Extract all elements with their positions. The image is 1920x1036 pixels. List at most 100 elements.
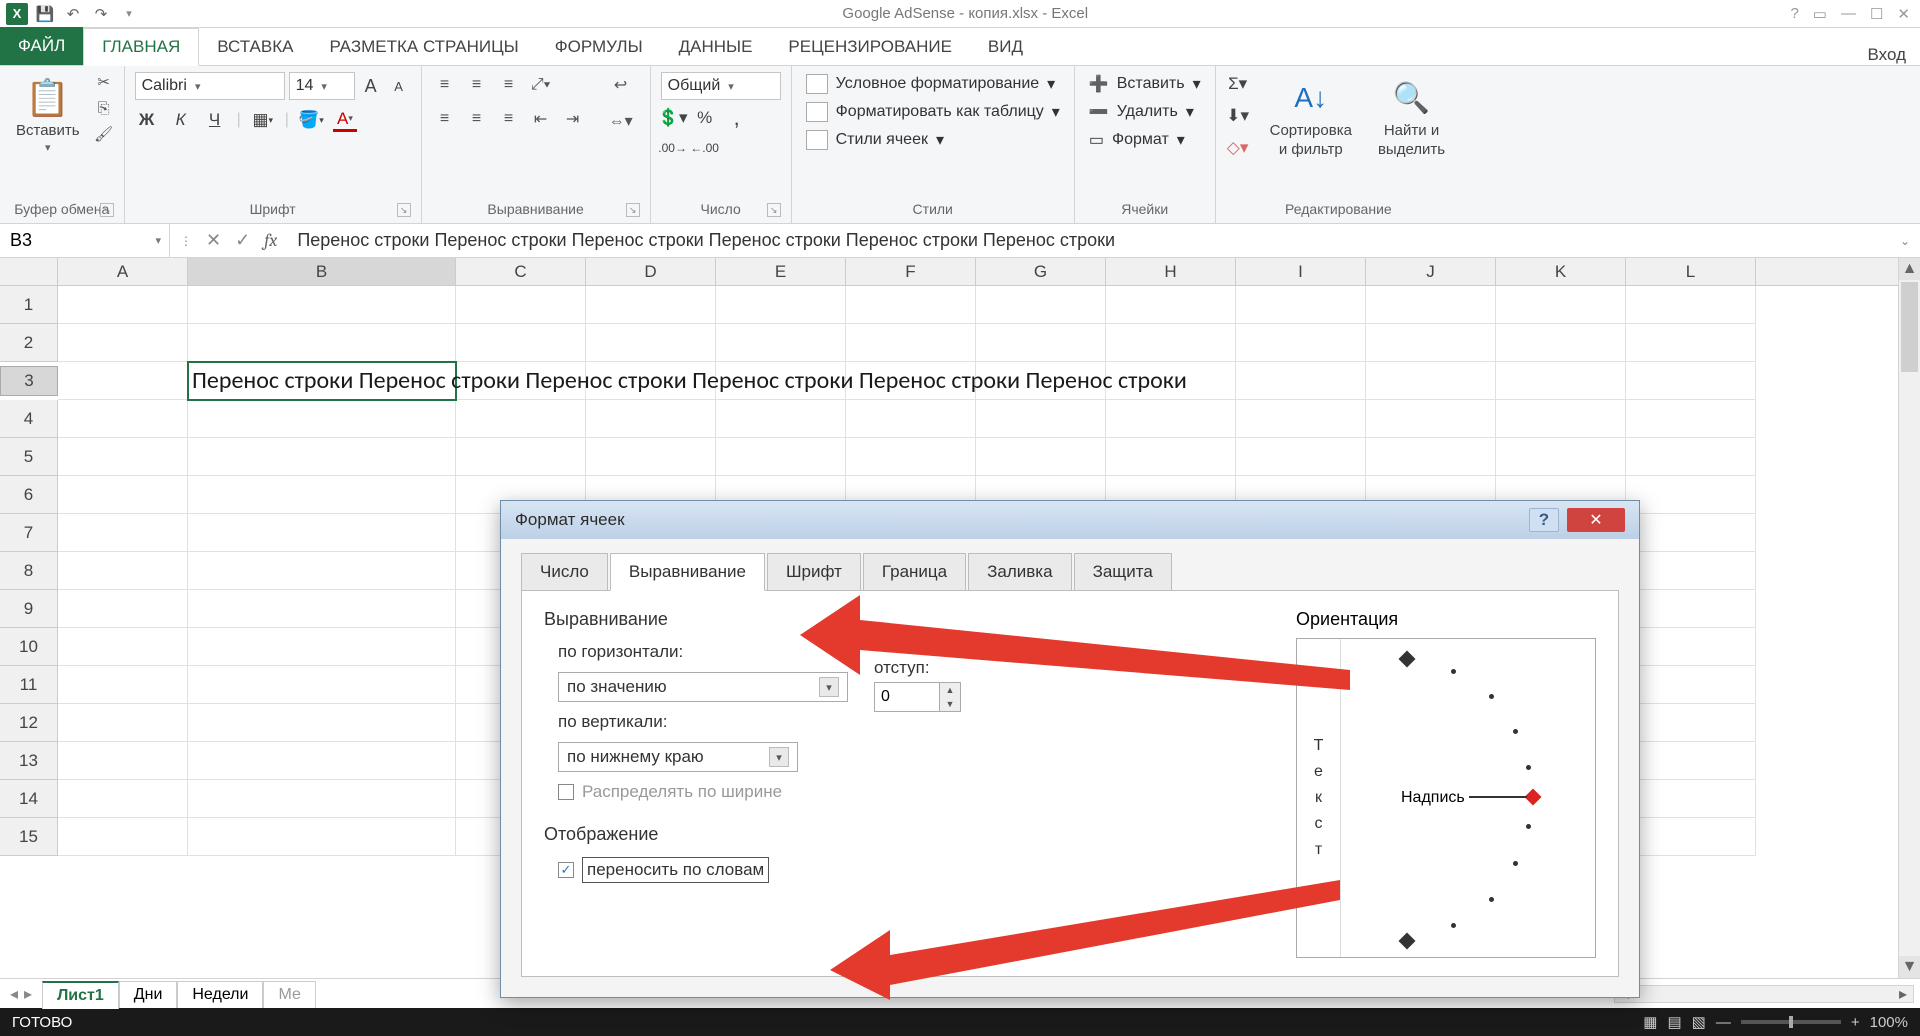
sort-filter-button[interactable]: A↓ Сортировка и фильтр (1264, 72, 1358, 162)
formula-input[interactable]: Перенос строки Перенос строки Перенос ст… (287, 224, 1900, 257)
col-header-I[interactable]: I (1236, 258, 1366, 285)
clipboard-launcher-icon[interactable]: ↘ (100, 203, 114, 217)
cell[interactable] (188, 818, 456, 856)
align-right-icon[interactable]: ≡ (496, 106, 522, 132)
vertical-scrollbar[interactable]: ▲ ▼ (1898, 258, 1920, 978)
cell[interactable] (188, 590, 456, 628)
comma-icon[interactable]: , (725, 106, 749, 130)
sheet-tab-1[interactable]: Лист1 (42, 981, 119, 1009)
cell[interactable] (1626, 780, 1756, 818)
increase-font-icon[interactable]: A (359, 74, 383, 98)
col-header-D[interactable]: D (586, 258, 716, 285)
cell[interactable] (976, 286, 1106, 324)
save-icon[interactable]: 💾 (34, 3, 56, 25)
cell[interactable] (58, 590, 188, 628)
close-icon[interactable]: ✕ (1897, 5, 1910, 23)
cell[interactable] (1626, 286, 1756, 324)
cell[interactable] (188, 324, 456, 362)
align-center-icon[interactable]: ≡ (464, 106, 490, 132)
cell[interactable] (58, 704, 188, 742)
horizontal-scrollbar[interactable]: ◂ ▸ (1614, 985, 1914, 1003)
orientation-dial[interactable]: Надпись (1341, 639, 1595, 957)
cell[interactable] (846, 400, 976, 438)
sign-in-link[interactable]: Вход (1868, 45, 1920, 65)
row-header-8[interactable]: 8 (0, 552, 58, 590)
cell[interactable] (1626, 818, 1756, 856)
cell[interactable] (1626, 324, 1756, 362)
cell[interactable] (58, 780, 188, 818)
tab-insert[interactable]: ВСТАВКА (199, 29, 311, 65)
row-header-5[interactable]: 5 (0, 438, 58, 476)
cell[interactable] (1366, 438, 1496, 476)
cell[interactable] (716, 438, 846, 476)
cell[interactable]: Перенос строки Перенос строки Перенос ст… (188, 362, 456, 400)
cell[interactable] (58, 742, 188, 780)
percent-icon[interactable]: % (693, 106, 717, 130)
cut-icon[interactable]: ✂ (94, 72, 114, 92)
font-size-combo[interactable]: 14▾ (289, 72, 355, 100)
cell[interactable] (1366, 324, 1496, 362)
sheet-nav-first-icon[interactable]: ◂ (10, 984, 18, 1004)
cell[interactable] (1236, 286, 1366, 324)
cell[interactable] (188, 628, 456, 666)
dialog-help-button[interactable]: ? (1529, 508, 1559, 532)
clear-icon[interactable]: ◇▾ (1226, 136, 1250, 160)
cell[interactable] (1236, 324, 1366, 362)
undo-icon[interactable]: ↶ (62, 3, 84, 25)
cell[interactable] (1496, 362, 1626, 400)
copy-icon[interactable]: ⎘ (94, 98, 114, 118)
cell[interactable] (716, 324, 846, 362)
cell[interactable] (1106, 286, 1236, 324)
view-page-icon[interactable]: ▤ (1667, 1013, 1681, 1031)
row-header-1[interactable]: 1 (0, 286, 58, 324)
decrease-decimal-icon[interactable]: ←.00 (693, 136, 717, 160)
cell[interactable] (188, 476, 456, 514)
cell[interactable] (58, 552, 188, 590)
cell[interactable] (846, 286, 976, 324)
dialog-tab-number[interactable]: Число (521, 553, 608, 591)
wrap-text-checkbox[interactable]: переносить по словам (558, 857, 1296, 883)
fx-icon[interactable]: fx (264, 230, 277, 251)
borders-icon[interactable]: ▦▾ (251, 108, 275, 132)
row-header-12[interactable]: 12 (0, 704, 58, 742)
delete-cells-button[interactable]: ➖Удалить ▾ (1085, 100, 1205, 124)
cell[interactable] (188, 438, 456, 476)
view-break-icon[interactable]: ▧ (1692, 1013, 1706, 1031)
cell[interactable] (58, 438, 188, 476)
cell[interactable] (1106, 400, 1236, 438)
cell[interactable] (1236, 438, 1366, 476)
tab-view[interactable]: ВИД (970, 29, 1041, 65)
zoom-out-icon[interactable]: — (1716, 1014, 1731, 1031)
merge-center-icon[interactable]: ⇔▾ (602, 108, 640, 134)
sheet-tab-3[interactable]: Недели (177, 981, 263, 1008)
cell[interactable] (1626, 590, 1756, 628)
alignment-launcher-icon[interactable]: ↘ (626, 203, 640, 217)
align-left-icon[interactable]: ≡ (432, 106, 458, 132)
cell[interactable] (1366, 286, 1496, 324)
cell[interactable] (1626, 514, 1756, 552)
cell[interactable] (188, 704, 456, 742)
cell[interactable] (58, 476, 188, 514)
bold-button[interactable]: Ж (135, 108, 159, 132)
col-header-B[interactable]: B (188, 258, 456, 285)
fill-icon[interactable]: ⬇▾ (1226, 104, 1250, 128)
wrap-text-icon[interactable]: ↩ (602, 72, 640, 98)
cell[interactable] (586, 400, 716, 438)
cell[interactable] (58, 286, 188, 324)
format-as-table-button[interactable]: Форматировать как таблицу ▾ (802, 100, 1064, 124)
zoom-level[interactable]: 100% (1870, 1014, 1908, 1031)
underline-button[interactable]: Ч (203, 108, 227, 132)
dialog-titlebar[interactable]: Формат ячеек ? ✕ (501, 501, 1639, 539)
align-bottom-icon[interactable]: ≡ (496, 72, 522, 98)
indent-inc-icon[interactable]: ⇥ (560, 106, 586, 132)
cell[interactable] (188, 400, 456, 438)
formula-dropdown-icon[interactable]: ⋮ (180, 234, 192, 248)
find-select-button[interactable]: 🔍 Найти и выделить (1372, 72, 1451, 162)
cell[interactable] (1236, 362, 1366, 400)
view-normal-icon[interactable]: ▦ (1643, 1013, 1657, 1031)
cell[interactable] (1626, 666, 1756, 704)
scroll-down-icon[interactable]: ▼ (1899, 956, 1920, 978)
tab-formulas[interactable]: ФОРМУЛЫ (537, 29, 661, 65)
font-name-combo[interactable]: Calibri▾ (135, 72, 285, 100)
cell[interactable] (846, 324, 976, 362)
